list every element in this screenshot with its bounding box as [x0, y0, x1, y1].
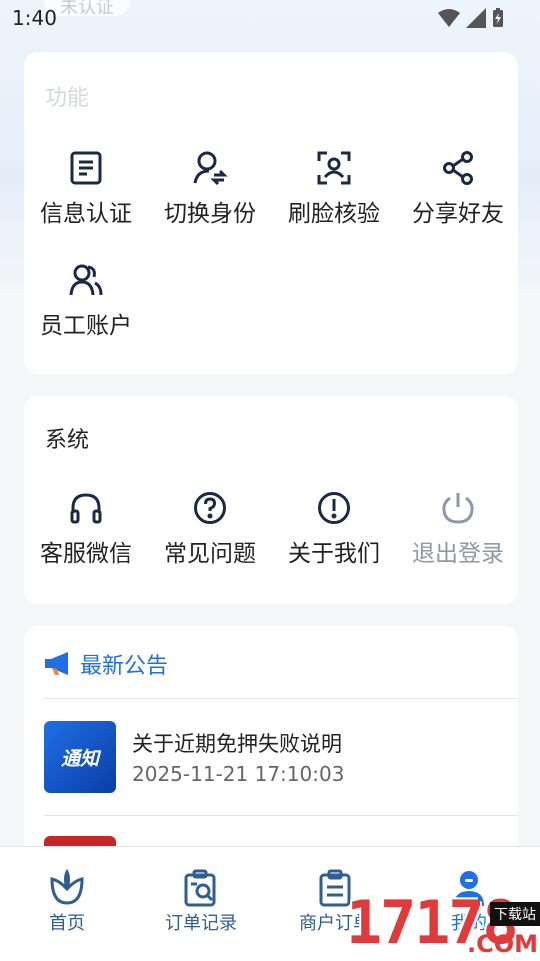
announcement-date: 2025-11-21 17:10:03	[132, 762, 345, 786]
functions-card: 功能 信息认证 切换身份 刷脸核验 分享好友 员工账户	[24, 52, 518, 374]
status-time: 1:40	[12, 6, 57, 30]
status-bar: 未认证 1:40	[0, 0, 540, 36]
power-icon	[438, 488, 478, 528]
system-title: 系统	[45, 428, 90, 453]
order-record-icon	[184, 869, 216, 907]
home-leaf-icon	[50, 869, 84, 905]
logout-label: 退出登录	[412, 541, 504, 567]
face-scan-icon	[314, 148, 354, 188]
announcements-title: 最新公告	[80, 654, 169, 679]
tab-order-records-label: 订单记录	[165, 913, 237, 934]
functions-title: 功能	[45, 86, 90, 111]
announcement-divider	[44, 698, 518, 699]
share-icon	[438, 148, 478, 188]
signal-icon	[466, 8, 486, 28]
info-verify-label: 信息认证	[40, 201, 132, 227]
users-icon	[66, 260, 106, 300]
user-switch-icon	[190, 148, 230, 188]
info-exclamation-icon	[314, 488, 354, 528]
megaphone-icon	[45, 652, 68, 675]
logout-item[interactable]: 退出登录	[396, 488, 520, 568]
info-verify-item[interactable]: 信息认证	[24, 148, 148, 228]
staff-account-item[interactable]: 员工账户	[24, 260, 148, 340]
notice-thumbnail: 通知	[44, 721, 116, 793]
face-verify-item[interactable]: 刷脸核验	[272, 148, 396, 228]
question-icon	[190, 488, 230, 528]
announcement-item[interactable]: 关于近期免押失败说明 2025-11-21 17:10:03	[132, 728, 344, 786]
switch-identity-label: 切换身份	[164, 201, 256, 227]
system-card: 系统 客服微信 常见问题 关于我们 退出登录	[24, 396, 518, 604]
announcements-header: 最新公告	[44, 648, 168, 680]
customer-service-label: 客服微信	[40, 541, 132, 567]
customer-service-item[interactable]: 客服微信	[24, 488, 148, 568]
headset-icon	[66, 488, 106, 528]
switch-identity-item[interactable]: 切换身份	[148, 148, 272, 228]
document-icon	[66, 148, 106, 188]
announcement-title: 关于近期免押失败说明	[132, 732, 342, 756]
announcement-divider	[44, 815, 518, 816]
face-verify-label: 刷脸核验	[288, 201, 380, 227]
battery-icon	[493, 8, 503, 27]
tab-order-records[interactable]: 订单记录	[134, 869, 268, 935]
status-icons	[438, 8, 504, 28]
share-friends-label: 分享好友	[412, 201, 504, 227]
tab-home-label: 首页	[49, 913, 85, 934]
wifi-icon	[438, 9, 460, 27]
staff-account-label: 员工账户	[40, 313, 132, 339]
site-watermark: 17178 下载站 .COM	[346, 888, 540, 960]
faq-label: 常见问题	[164, 541, 256, 567]
announcements-card: 最新公告 通知 关于近期免押失败说明 2025-11-21 17:10:03	[24, 626, 518, 856]
about-us-label: 关于我们	[288, 541, 380, 567]
tab-home[interactable]: 首页	[0, 869, 134, 935]
watermark-site: 下载站	[490, 902, 540, 926]
share-friends-item[interactable]: 分享好友	[396, 148, 520, 228]
faq-item[interactable]: 常见问题	[148, 488, 272, 568]
watermark-domain: .COM	[466, 930, 538, 958]
about-us-item[interactable]: 关于我们	[272, 488, 396, 568]
